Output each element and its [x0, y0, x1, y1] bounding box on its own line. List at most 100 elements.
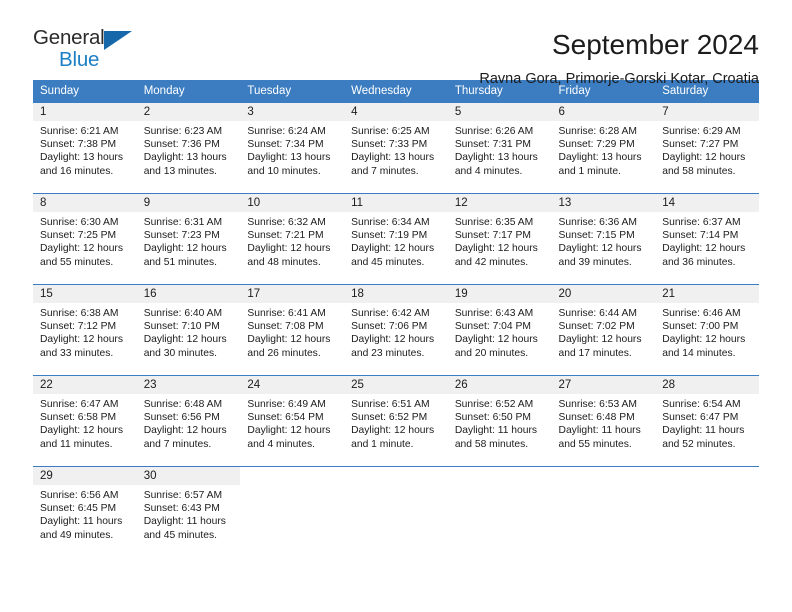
calendar-day-cell[interactable]: 15 Sunrise: 6:38 AM Sunset: 7:12 PM Dayligh…	[33, 284, 137, 376]
day-number: 5	[447, 103, 552, 121]
daylight-text: Daylight: 13 hours and 13 minutes.	[143, 152, 227, 177]
sunrise-text: Sunrise: 6:38 AM	[40, 308, 119, 319]
calendar-day-cell[interactable]: 4 Sunrise: 6:25 AM Sunset: 7:33 PM Daylight…	[344, 102, 448, 194]
day-details: Sunrise: 6:48 AM Sunset: 6:56 PM Daylight:…	[137, 394, 241, 451]
sunrise-text: Sunrise: 6:28 AM	[558, 126, 637, 137]
calendar-day-cell[interactable]: 7 Sunrise: 6:29 AM Sunset: 7:27 PM Daylight…	[655, 102, 759, 194]
sunset-text: Sunset: 7:21 PM	[247, 230, 324, 242]
daylight-text: Daylight: 12 hours and 1 minute.	[351, 425, 435, 450]
calendar-day-cell[interactable]: 22 Sunrise: 6:47 AM Sunset: 6:58 PM Dayligh…	[33, 375, 137, 467]
calendar-week-row: 1 Sunrise: 6:21 AM Sunset: 7:38 PM Daylight…	[33, 102, 759, 194]
calendar-day-cell[interactable]: 25 Sunrise: 6:51 AM Sunset: 6:52 PM Dayligh…	[344, 375, 448, 467]
calendar-day-cell[interactable]: 30 Sunrise: 6:57 AM Sunset: 6:43 PM Dayligh…	[136, 466, 241, 557]
sunrise-text: Sunrise: 6:34 AM	[351, 217, 430, 228]
day-details: Sunrise: 6:29 AM Sunset: 7:27 PM Daylight:…	[655, 121, 759, 178]
sunset-text: Sunset: 7:23 PM	[143, 230, 220, 242]
sunset-text: Sunset: 7:38 PM	[40, 139, 117, 151]
logo-text-general: General	[33, 26, 105, 49]
day-details: Sunrise: 6:32 AM Sunset: 7:21 PM Daylight:…	[240, 212, 344, 269]
sunset-text: Sunset: 6:50 PM	[454, 412, 531, 424]
sunset-text: Sunset: 6:52 PM	[351, 412, 428, 424]
calendar-day-cell[interactable]: 13 Sunrise: 6:36 AM Sunset: 7:15 PM Dayligh…	[551, 193, 656, 285]
logo-triangle-icon	[104, 31, 132, 50]
day-details: Sunrise: 6:46 AM Sunset: 7:00 PM Daylight:…	[655, 303, 759, 360]
day-details: Sunrise: 6:35 AM Sunset: 7:17 PM Daylight:…	[448, 212, 552, 269]
sunrise-text: Sunrise: 6:42 AM	[351, 308, 430, 319]
calendar-day-cell[interactable]: 12 Sunrise: 6:35 AM Sunset: 7:17 PM Dayligh…	[447, 193, 552, 285]
day-details: Sunrise: 6:34 AM Sunset: 7:19 PM Daylight:…	[344, 212, 448, 269]
calendar-day-cell[interactable]: 2 Sunrise: 6:23 AM Sunset: 7:36 PM Daylight…	[136, 102, 241, 194]
sunset-text: Sunset: 6:45 PM	[40, 503, 117, 515]
sunrise-text: Sunrise: 6:46 AM	[662, 308, 741, 319]
calendar-day-cell[interactable]: 18 Sunrise: 6:42 AM Sunset: 7:06 PM Dayligh…	[344, 284, 448, 376]
day-details: Sunrise: 6:56 AM Sunset: 6:45 PM Daylight:…	[33, 485, 137, 542]
day-number: 30	[136, 467, 241, 485]
calendar-day-cell[interactable]: 29 Sunrise: 6:56 AM Sunset: 6:45 PM Dayligh…	[33, 466, 137, 557]
sunset-text: Sunset: 7:25 PM	[40, 230, 117, 242]
day-number: 16	[136, 285, 241, 303]
sunrise-text: Sunrise: 6:24 AM	[247, 126, 326, 137]
day-details: Sunrise: 6:52 AM Sunset: 6:50 PM Daylight:…	[448, 394, 552, 451]
calendar-day-cell[interactable]: 3 Sunrise: 6:24 AM Sunset: 7:34 PM Daylight…	[240, 102, 345, 194]
daylight-text: Daylight: 11 hours and 52 minutes.	[662, 425, 745, 450]
calendar-table: Sunday Monday Tuesday Wednesday Thursday…	[33, 80, 759, 557]
day-number	[344, 467, 448, 485]
calendar-day-cell[interactable]: 23 Sunrise: 6:48 AM Sunset: 6:56 PM Dayligh…	[136, 375, 241, 467]
day-details: Sunrise: 6:21 AM Sunset: 7:38 PM Daylight:…	[33, 121, 137, 178]
daylight-text: Daylight: 13 hours and 10 minutes.	[247, 152, 331, 177]
daylight-text: Daylight: 12 hours and 4 minutes.	[247, 425, 331, 450]
calendar-day-cell[interactable]: 8 Sunrise: 6:30 AM Sunset: 7:25 PM Daylight…	[33, 193, 137, 285]
sunset-text: Sunset: 7:15 PM	[558, 230, 635, 242]
calendar-day-cell[interactable]: 10 Sunrise: 6:32 AM Sunset: 7:21 PM Dayligh…	[240, 193, 345, 285]
weekday-header-tuesday: Tuesday	[240, 80, 345, 103]
calendar-day-cell[interactable]: 24 Sunrise: 6:49 AM Sunset: 6:54 PM Dayligh…	[240, 375, 345, 467]
page-masthead: General Blue September 2024 Ravna Gora, …	[33, 0, 759, 87]
calendar-day-cell[interactable]: 16 Sunrise: 6:40 AM Sunset: 7:10 PM Dayligh…	[136, 284, 241, 376]
weekday-header-monday: Monday	[136, 80, 241, 103]
calendar-day-cell[interactable]: 26 Sunrise: 6:52 AM Sunset: 6:50 PM Dayligh…	[447, 375, 552, 467]
sunrise-text: Sunrise: 6:23 AM	[143, 126, 223, 137]
sunset-text: Sunset: 7:04 PM	[454, 321, 531, 333]
daylight-text: Daylight: 11 hours and 45 minutes.	[143, 516, 226, 541]
page-subtitle: Ravna Gora, Primorje-Gorski Kotar, Croat…	[479, 71, 759, 87]
calendar-day-cell[interactable]: 19 Sunrise: 6:43 AM Sunset: 7:04 PM Dayligh…	[447, 284, 552, 376]
day-details: Sunrise: 6:31 AM Sunset: 7:23 PM Daylight:…	[137, 212, 241, 269]
sunset-text: Sunset: 7:27 PM	[662, 139, 739, 151]
calendar-day-cell[interactable]: 6 Sunrise: 6:28 AM Sunset: 7:29 PM Daylight…	[551, 102, 656, 194]
calendar-day-cell-empty	[447, 466, 552, 557]
calendar-day-cell-empty	[344, 466, 448, 557]
day-number: 21	[655, 285, 759, 303]
daylight-text: Daylight: 12 hours and 48 minutes.	[247, 243, 331, 268]
calendar-day-cell[interactable]: 17 Sunrise: 6:41 AM Sunset: 7:08 PM Dayligh…	[240, 284, 345, 376]
daylight-text: Daylight: 12 hours and 58 minutes.	[662, 152, 746, 177]
day-details: Sunrise: 6:30 AM Sunset: 7:25 PM Daylight:…	[33, 212, 137, 269]
daylight-text: Daylight: 12 hours and 14 minutes.	[662, 334, 746, 359]
daylight-text: Daylight: 12 hours and 45 minutes.	[351, 243, 435, 268]
sunset-text: Sunset: 6:47 PM	[662, 412, 739, 424]
calendar-day-cell[interactable]: 1 Sunrise: 6:21 AM Sunset: 7:38 PM Daylight…	[33, 102, 137, 194]
day-details: Sunrise: 6:28 AM Sunset: 7:29 PM Daylight:…	[552, 121, 656, 178]
calendar-day-cell-empty	[655, 466, 759, 557]
day-details: Sunrise: 6:36 AM Sunset: 7:15 PM Daylight:…	[552, 212, 656, 269]
sunrise-text: Sunrise: 6:52 AM	[454, 399, 534, 410]
sunset-text: Sunset: 7:34 PM	[247, 139, 324, 151]
sunrise-text: Sunrise: 6:32 AM	[247, 217, 326, 228]
day-number: 6	[551, 103, 656, 121]
sunset-text: Sunset: 7:00 PM	[662, 321, 739, 333]
calendar-day-cell[interactable]: 27 Sunrise: 6:53 AM Sunset: 6:48 PM Dayligh…	[551, 375, 656, 467]
weekday-header-wednesday: Wednesday	[344, 80, 448, 103]
sunrise-text: Sunrise: 6:49 AM	[247, 399, 326, 410]
calendar-week-row: 29 Sunrise: 6:56 AM Sunset: 6:45 PM Dayligh…	[33, 466, 759, 557]
day-number: 4	[344, 103, 448, 121]
day-number: 11	[344, 194, 448, 212]
day-number: 2	[136, 103, 241, 121]
calendar-day-cell[interactable]: 5 Sunrise: 6:26 AM Sunset: 7:31 PM Daylight…	[447, 102, 552, 194]
calendar-day-cell[interactable]: 11 Sunrise: 6:34 AM Sunset: 7:19 PM Dayligh…	[344, 193, 448, 285]
logo-text-blue: Blue	[59, 47, 100, 71]
calendar-day-cell[interactable]: 20 Sunrise: 6:44 AM Sunset: 7:02 PM Dayligh…	[551, 284, 656, 376]
calendar-day-cell[interactable]: 9 Sunrise: 6:31 AM Sunset: 7:23 PM Daylight…	[136, 193, 241, 285]
calendar-day-cell[interactable]: 21 Sunrise: 6:46 AM Sunset: 7:00 PM Dayligh…	[655, 284, 759, 376]
calendar-day-cell[interactable]: 28 Sunrise: 6:54 AM Sunset: 6:47 PM Dayligh…	[655, 375, 759, 467]
day-number: 10	[240, 194, 345, 212]
calendar-day-cell[interactable]: 14 Sunrise: 6:37 AM Sunset: 7:14 PM Dayligh…	[655, 193, 759, 285]
